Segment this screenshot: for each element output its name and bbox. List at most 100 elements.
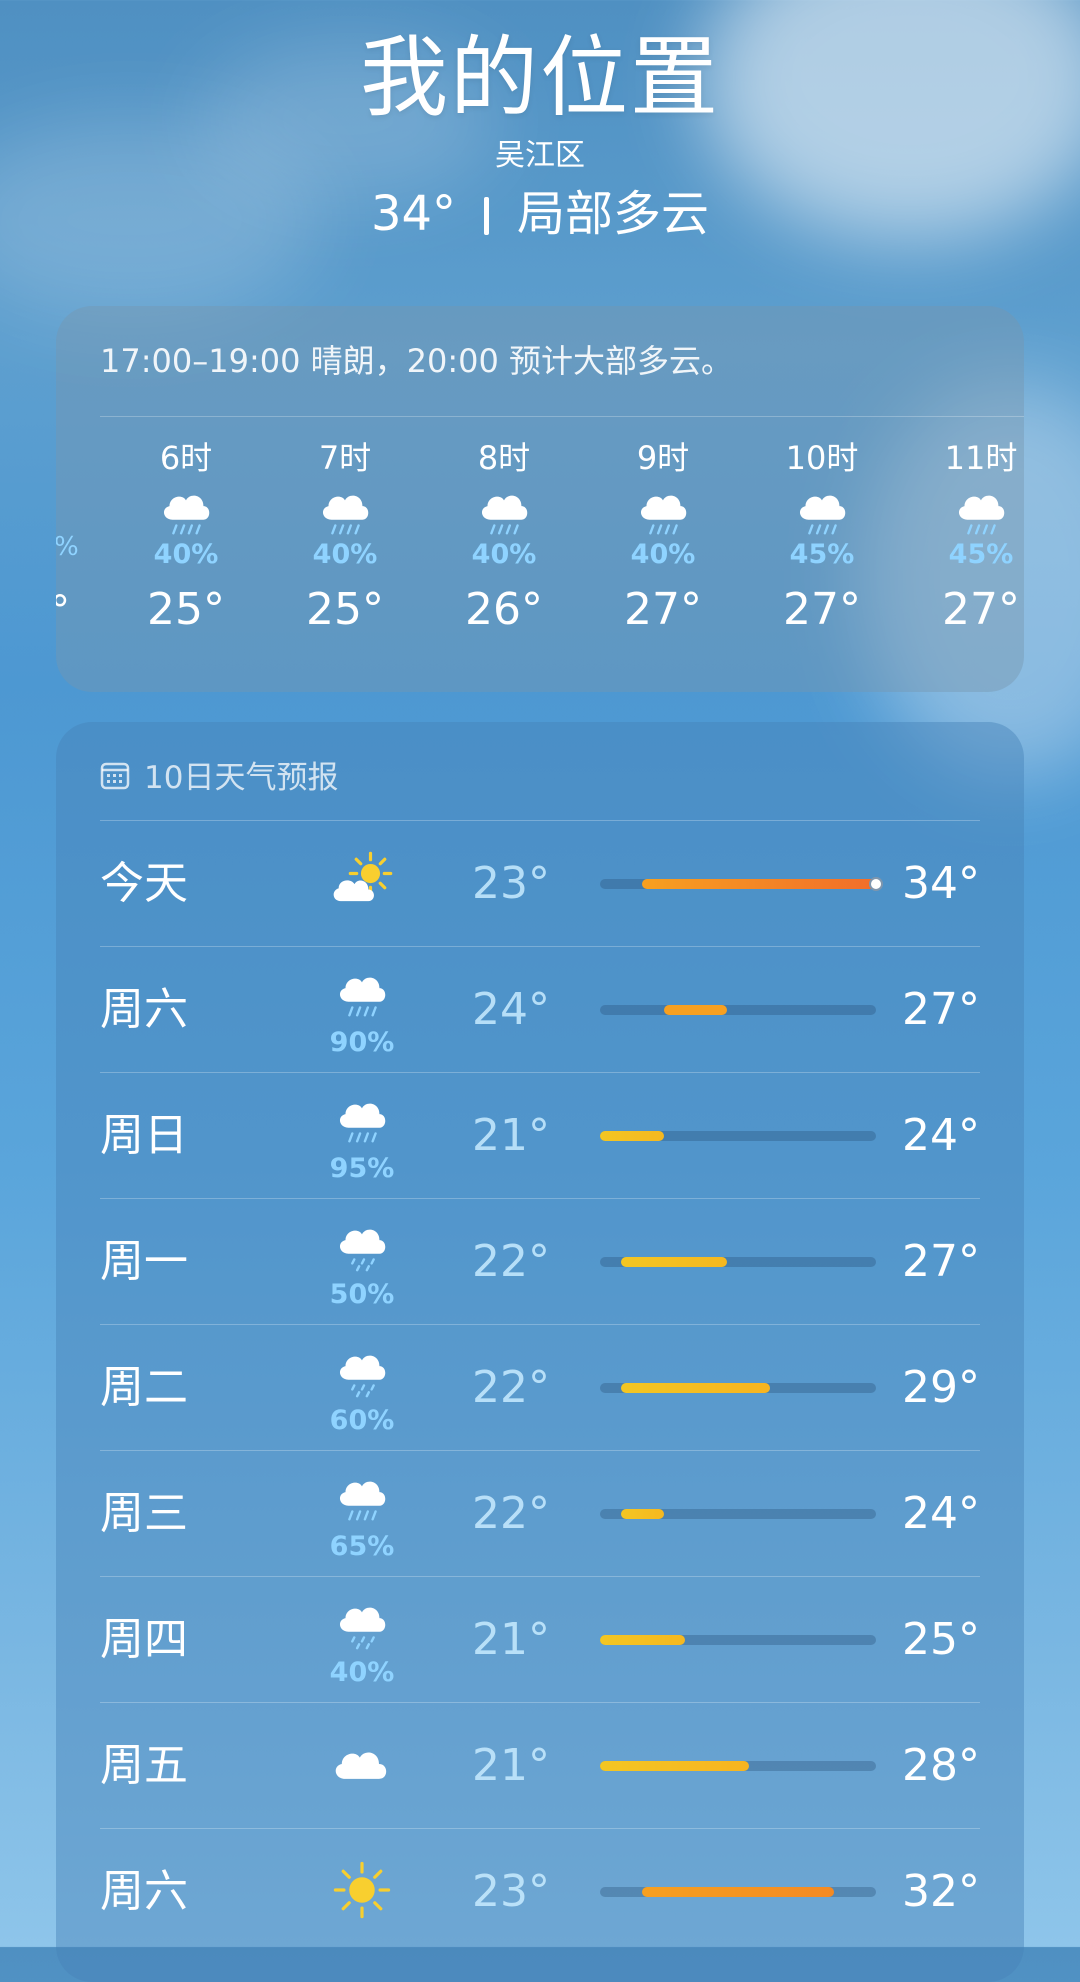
hour-precip: 40% <box>153 539 219 570</box>
day-high: 24° <box>902 1488 980 1539</box>
hour-label: 11时 <box>944 439 1018 477</box>
hour-temp: 26° <box>465 584 543 635</box>
rain-cloud-icon <box>290 482 400 538</box>
hour-temp: 25° <box>147 584 225 635</box>
day-high: 27° <box>902 1236 980 1287</box>
day-row[interactable]: 周六 23° 32° <box>100 1828 980 1954</box>
rain-cloud-icon <box>767 482 877 538</box>
current-temp: 34° <box>370 186 457 242</box>
current-condition: 局部多云 <box>517 186 710 242</box>
hour-precip: 40% <box>630 539 696 570</box>
day-weather <box>312 1829 412 1954</box>
temp-range-bar <box>600 1887 876 1897</box>
day-low: 23° <box>472 858 550 909</box>
ten-day-forecast-card[interactable]: 10日天气预报 今天 23° 34° 周六 90% 24° 27° 周日 95% 21° 24° 周一… <box>56 722 1024 1982</box>
day-weather: 40% <box>312 1577 412 1702</box>
day-low: 22° <box>472 1362 550 1413</box>
day-label: 周一 <box>100 1236 188 1287</box>
hour-item: 11时 45% 27° <box>926 436 1024 635</box>
temp-range-bar <box>600 1257 876 1267</box>
day-weather: 65% <box>312 1451 412 1576</box>
day-row[interactable]: 周三 65% 22° 24° <box>100 1450 980 1576</box>
hourly-scroll[interactable]: % ° 6时 40% 25° 7时 40% 25° 8时 40% 26° 9时 40% 27° 10时 4… <box>56 436 1024 676</box>
day-row[interactable]: 周四 40% 21° 25° <box>100 1576 980 1702</box>
day-low: 21° <box>472 1110 550 1161</box>
day-row[interactable]: 周一 50% 22° 27° <box>100 1198 980 1324</box>
temp-range-bar <box>600 1635 876 1645</box>
drizzle-cloud-icon <box>331 1591 393 1657</box>
day-high: 29° <box>902 1362 980 1413</box>
day-row[interactable]: 今天 23° 34° <box>100 820 980 946</box>
day-precip: 60% <box>329 1405 395 1436</box>
hour-item: 9时 40% 27° <box>608 436 718 635</box>
cloud-icon <box>328 1730 396 1802</box>
day-row[interactable]: 周日 95% 21° 24° <box>100 1072 980 1198</box>
rain-cloud-icon <box>131 482 241 538</box>
hourly-forecast-card[interactable]: 17:00–19:00 晴朗，20:00 预计大部多云。 % ° 6时 40% 25… <box>56 306 1024 692</box>
hour-item: 7时 40% 25° <box>290 436 400 635</box>
hour-label: 10时 <box>785 439 859 477</box>
hour-precip: 40% <box>312 539 378 570</box>
hourly-summary: 17:00–19:00 晴朗，20:00 预计大部多云。 <box>100 342 734 380</box>
temp-range-bar <box>600 1761 876 1771</box>
day-row[interactable]: 周五 21° 28° <box>100 1702 980 1828</box>
day-high: 24° <box>902 1110 980 1161</box>
hour-precip: 40% <box>471 539 537 570</box>
day-label: 今天 <box>100 858 188 909</box>
day-label: 周二 <box>100 1362 188 1413</box>
day-row[interactable]: 周六 90% 24° 27° <box>100 946 980 1072</box>
day-low: 22° <box>472 1236 550 1287</box>
day-high: 28° <box>902 1740 980 1791</box>
day-precip: 50% <box>329 1279 395 1310</box>
rain-cloud-icon <box>608 482 718 538</box>
day-low: 23° <box>472 1866 550 1917</box>
day-row[interactable]: 周二 60% 22° 29° <box>100 1324 980 1450</box>
separator <box>484 197 490 235</box>
day-precip: 40% <box>329 1657 395 1688</box>
hour-temp: 27° <box>942 584 1020 635</box>
ten-day-header: 10日天气预报 <box>100 752 338 797</box>
temp-range-fill <box>600 1761 749 1771</box>
drizzle-cloud-icon <box>331 1213 393 1279</box>
rain-cloud-icon <box>331 1087 393 1153</box>
divider <box>100 416 1024 417</box>
temp-range-bar <box>600 1509 876 1519</box>
ten-day-title: 10日天气预报 <box>144 760 339 796</box>
temp-range-bar <box>600 1131 876 1141</box>
hour-temp: 27° <box>624 584 702 635</box>
calendar-icon <box>100 762 130 789</box>
hour-temp: 27° <box>783 584 861 635</box>
rain-cloud-icon <box>449 482 559 538</box>
day-precip: 65% <box>329 1531 395 1562</box>
hour-temp: 25° <box>306 584 384 635</box>
district-name: 吴江区 <box>495 138 585 173</box>
day-high: 25° <box>902 1614 980 1665</box>
drizzle-cloud-icon <box>331 1339 393 1405</box>
day-rows: 今天 23° 34° 周六 90% 24° 27° 周日 95% 21° 24° 周一 50% 22° 27… <box>100 820 980 1954</box>
hour-item: 10时 45% 27° <box>767 436 877 635</box>
day-weather: 50% <box>312 1199 412 1324</box>
rain-cloud-icon <box>331 1465 393 1531</box>
location-title: 我的位置 <box>359 26 720 129</box>
temp-range-bar <box>600 1005 876 1015</box>
rain-cloud-icon <box>926 482 1024 538</box>
day-label: 周五 <box>100 1740 188 1791</box>
day-weather: 95% <box>312 1073 412 1198</box>
day-label: 周六 <box>100 984 188 1035</box>
day-label: 周三 <box>100 1488 188 1539</box>
day-label: 周日 <box>100 1110 188 1161</box>
day-weather: 60% <box>312 1325 412 1450</box>
day-weather <box>312 1703 412 1828</box>
sun-icon <box>328 1856 396 1928</box>
hour-precip: 45% <box>948 539 1014 570</box>
location-header: 我的位置 吴江区 34° 局部多云 <box>0 28 1080 244</box>
temp-range-fill <box>621 1383 770 1393</box>
partly-sunny-icon <box>328 848 396 920</box>
day-low: 21° <box>472 1614 550 1665</box>
hour-precip: 45% <box>789 539 855 570</box>
day-high: 34° <box>902 858 980 909</box>
hour-label: 6时 <box>159 439 213 477</box>
day-low: 22° <box>472 1488 550 1539</box>
day-high: 27° <box>902 984 980 1035</box>
current-conditions: 34° 局部多云 <box>0 184 1080 244</box>
